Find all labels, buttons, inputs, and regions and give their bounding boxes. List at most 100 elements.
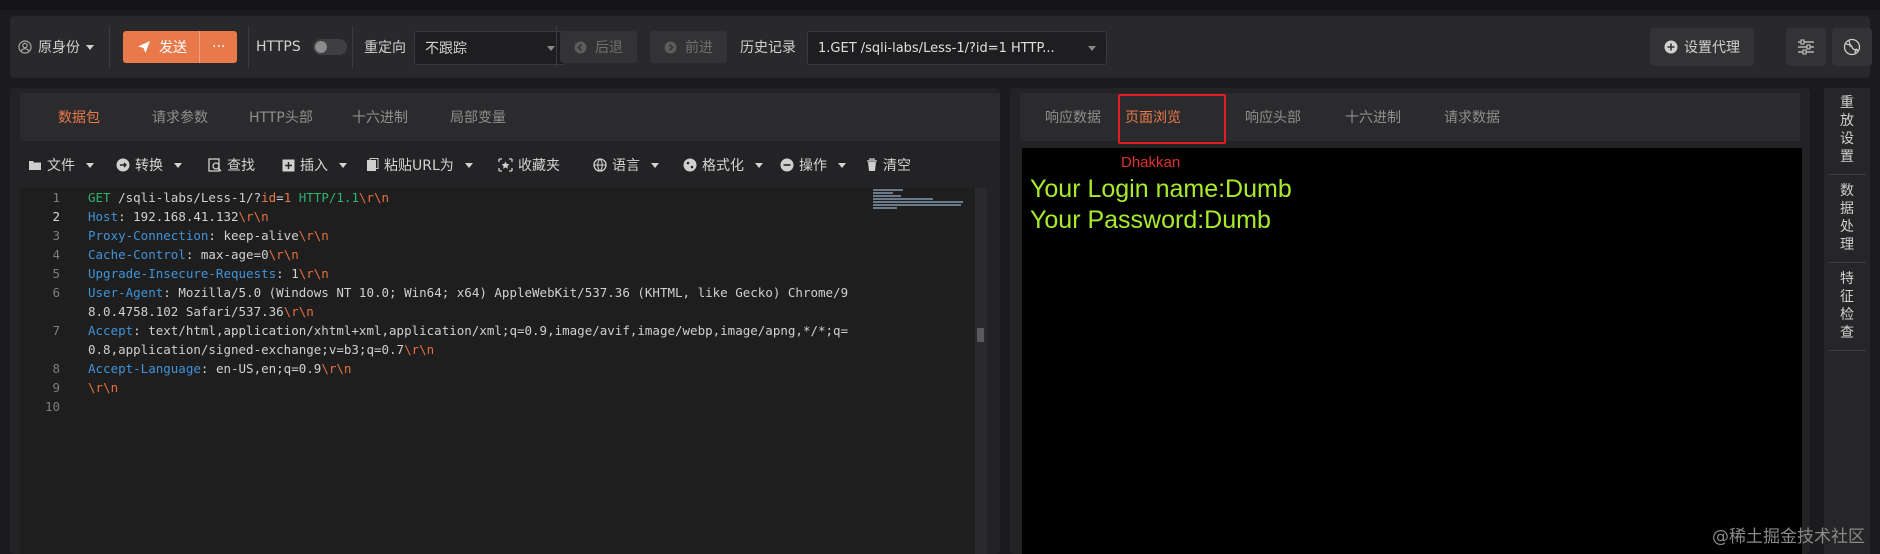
file-menu-label: 文件 <box>47 158 75 174</box>
chevron-down-icon <box>339 162 347 168</box>
tab-http-headers[interactable]: HTTP头部 <box>249 93 313 141</box>
line-number: 9 <box>52 380 60 395</box>
redirect-label: 重定向 <box>364 40 406 56</box>
actions-menu[interactable]: 操作 <box>780 150 846 180</box>
history-label: 历史记录 <box>740 40 796 56</box>
find-button[interactable]: 查找 <box>208 150 255 180</box>
code-line: Accept: text/html,application/xhtml+xml,… <box>88 323 849 338</box>
divider <box>109 26 110 68</box>
line-number: 1 <box>52 190 60 205</box>
line-number: 8 <box>52 361 60 376</box>
chevron-down-icon <box>755 162 763 168</box>
highlight-box <box>1118 94 1226 144</box>
proxy-settings-button[interactable]: 设置代理 <box>1650 28 1754 66</box>
chevron-down-icon <box>547 45 555 51</box>
send-more-button[interactable]: ··· <box>199 31 237 63</box>
chevron-down-icon <box>464 162 473 168</box>
line-number: 3 <box>52 228 60 243</box>
convert-menu-label: 转换 <box>135 158 163 174</box>
plus-square-icon <box>282 159 295 172</box>
line-number: 5 <box>52 266 60 281</box>
language-menu[interactable]: 语言 <box>593 150 659 180</box>
editor-scrollbar[interactable] <box>975 188 987 554</box>
code-line: Cache-Control: max-age=0\r\n <box>88 247 299 262</box>
divider <box>1828 174 1866 175</box>
tab-request-params[interactable]: 请求参数 <box>152 93 208 141</box>
https-label: HTTPS <box>256 39 301 55</box>
sidebar-item-replay-settings[interactable]: 重 放 设 置 <box>1824 94 1870 166</box>
insert-menu[interactable]: 插入 <box>282 150 347 180</box>
sliders-icon <box>1797 39 1815 55</box>
insert-label: 插入 <box>300 158 328 174</box>
settings-button[interactable] <box>1832 28 1872 66</box>
tab-request-data[interactable]: 请求数据 <box>1444 93 1500 141</box>
line-number: 2 <box>52 209 60 224</box>
https-toggle[interactable] <box>312 39 347 55</box>
line-number: 6 <box>52 285 60 300</box>
code-line: GET /sqli-labs/Less-1/?id=1 HTTP/1.1\r\n <box>88 190 390 205</box>
forward-icon <box>664 41 677 54</box>
right-sidebar: 重 放 设 置 数 据 处 理 特 征 检 查 <box>1824 88 1870 554</box>
page-browser-view[interactable]: Dhakkan Your Login name:Dumb Your Passwo… <box>1022 148 1802 554</box>
tab-response-headers[interactable]: 响应头部 <box>1245 93 1301 141</box>
clear-button[interactable]: 清空 <box>866 150 911 180</box>
find-label: 查找 <box>227 158 255 174</box>
code-editor[interactable]: 1 2 3 4 5 6 7 8 9 10 GET /sqli-labs/Less… <box>20 188 987 554</box>
convert-menu[interactable]: 转换 <box>116 150 182 180</box>
actions-label: 操作 <box>799 158 827 174</box>
sidebar-item-data-processing[interactable]: 数 据 处 理 <box>1824 182 1870 254</box>
code-line: Proxy-Connection: keep-alive\r\n <box>88 228 329 243</box>
divider <box>1828 262 1866 263</box>
favorites-button[interactable]: 收藏夹 <box>498 150 560 180</box>
response-panel: 响应数据 页面浏览 响应头部 十六进制 请求数据 Dhakkan Your Lo… <box>1010 88 1810 554</box>
history-select[interactable]: 1.GET /sqli-labs/Less-1/?id=1 HTTP... <box>807 31 1107 65</box>
paste-url-menu[interactable]: 粘贴URL为 <box>366 150 473 180</box>
format-menu[interactable]: 格式化 <box>683 150 763 180</box>
login-name-text: Your Login name:Dumb <box>1030 175 1292 203</box>
chevron-down-icon <box>651 162 659 168</box>
tab-hex[interactable]: 十六进制 <box>352 93 408 141</box>
code-line: Accept-Language: en-US,en;q=0.9\r\n <box>88 361 352 376</box>
scrollbar-thumb[interactable] <box>977 328 984 342</box>
tab-local-vars[interactable]: 局部变量 <box>450 93 506 141</box>
watermark: @稀土掘金技术社区 <box>1712 527 1865 547</box>
proxy-settings-label: 设置代理 <box>1684 40 1740 56</box>
format-label: 格式化 <box>702 158 744 174</box>
chevron-down-icon <box>838 162 846 168</box>
sliders-button[interactable] <box>1786 28 1826 66</box>
main-toolbar: 原身份 发送 ··· HTTPS 重定向 不跟踪 后退 前进 历史记录 1.GE… <box>10 16 1872 78</box>
line-number: 10 <box>44 399 60 414</box>
convert-icon <box>116 158 130 172</box>
redirect-select[interactable]: 不跟踪 <box>414 31 566 65</box>
request-panel: 数据包 请求参数 HTTP头部 十六进制 局部变量 文件 转换 查找 插入 粘贴… <box>10 88 1000 554</box>
identity-label: 原身份 <box>38 40 80 56</box>
request-tabbar: 数据包 请求参数 HTTP头部 十六进制 局部变量 <box>20 93 1000 141</box>
tab-packet[interactable]: 数据包 <box>58 93 100 141</box>
chevron-down-icon <box>86 162 94 168</box>
back-button[interactable]: 后退 <box>560 31 637 63</box>
minus-circle-icon <box>780 158 794 172</box>
code-line: \r\n <box>88 380 119 395</box>
search-icon <box>208 158 222 172</box>
code-line: User-Agent: Mozilla/5.0 (Windows NT 10.0… <box>88 285 849 300</box>
trash-icon <box>866 158 878 172</box>
identity-dropdown[interactable]: 原身份 <box>18 31 94 63</box>
code-line: 0.8,application/signed-exchange;v=b3;q=0… <box>88 342 435 357</box>
send-button[interactable]: 发送 ··· <box>123 31 238 63</box>
forward-button[interactable]: 前进 <box>650 31 727 63</box>
minimap[interactable] <box>873 188 965 210</box>
sidebar-item-feature-check[interactable]: 特 征 检 查 <box>1824 270 1870 342</box>
favorites-label: 收藏夹 <box>518 158 560 174</box>
window-top-strip <box>0 0 1880 10</box>
plus-circle-icon <box>1664 40 1678 54</box>
divider <box>556 26 557 68</box>
code-line: Upgrade-Insecure-Requests: 1\r\n <box>88 266 329 281</box>
chevron-down-icon <box>174 162 182 168</box>
file-menu[interactable]: 文件 <box>28 150 94 180</box>
language-label: 语言 <box>612 158 640 174</box>
tab-response-data[interactable]: 响应数据 <box>1045 93 1101 141</box>
back-icon <box>574 41 587 54</box>
password-text: Your Password:Dumb <box>1030 206 1271 234</box>
chevron-down-icon <box>1088 45 1096 51</box>
tab-hex[interactable]: 十六进制 <box>1345 93 1401 141</box>
